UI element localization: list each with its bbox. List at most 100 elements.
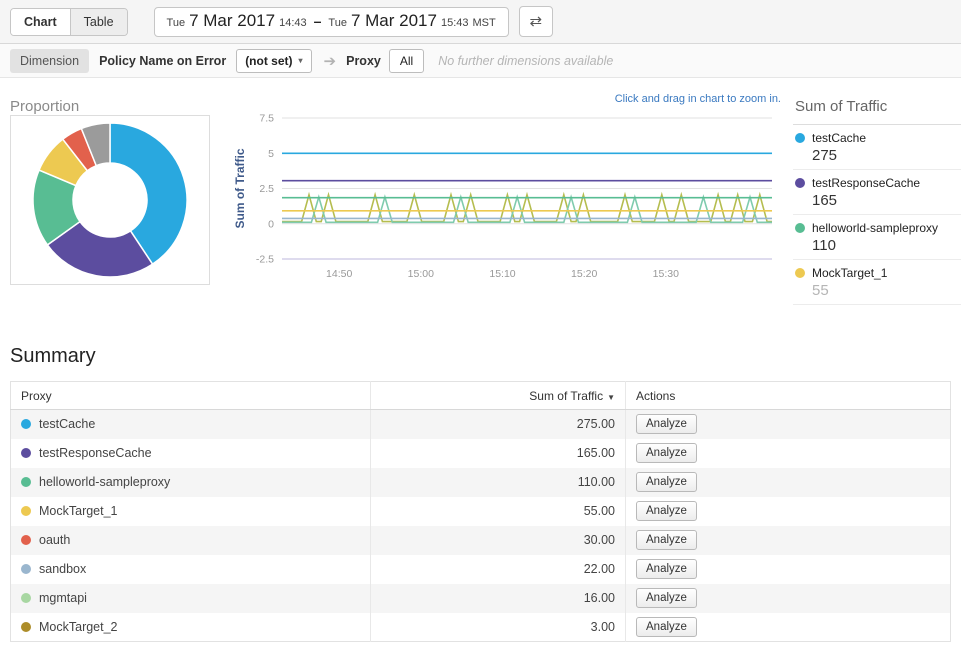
traffic-value-cell: 3.00 [371, 613, 626, 642]
traffic-value-cell: 30.00 [371, 526, 626, 555]
series-color-dot [21, 593, 31, 603]
series-color-dot [21, 622, 31, 632]
date-range-picker[interactable]: Tue 7 Mar 2017 14:43 – Tue 7 Mar 2017 15… [154, 7, 509, 37]
start-time: 14:43 [279, 17, 307, 29]
proxy-name-cell: sandbox [11, 555, 371, 584]
traffic-line-chart[interactable]: 7.552.50-2.514:5015:0015:1015:2015:30Sum… [232, 104, 792, 288]
analyze-button[interactable]: Analyze [636, 559, 697, 579]
dimension-value-dropdown[interactable]: (not set) ▾ [236, 49, 311, 73]
table-row: testResponseCache165.00 Analyze [11, 439, 951, 468]
series-color-dot [21, 535, 31, 545]
analyze-button[interactable]: Analyze [636, 617, 697, 637]
traffic-value-cell: 165.00 [371, 439, 626, 468]
traffic-value-cell: 22.00 [371, 555, 626, 584]
y-tick-label: 5 [268, 148, 274, 160]
series-color-dot [795, 223, 805, 233]
analyze-button[interactable]: Analyze [636, 530, 697, 550]
traffic-value-cell: 55.00 [371, 497, 626, 526]
legend-item-name: testResponseCache [795, 176, 961, 190]
actions-cell: Analyze [626, 555, 951, 584]
legend-item-name: testCache [795, 131, 961, 145]
y-tick-label: 0 [268, 218, 274, 230]
series-color-dot [21, 477, 31, 487]
summary-table-body: testCache275.00AnalyzetestResponseCache1… [11, 410, 951, 642]
series-color-dot [795, 133, 805, 143]
dimension-name: Policy Name on Error [99, 54, 226, 68]
legend-title: Sum of Traffic [793, 94, 961, 125]
proxy-name-cell: MockTarget_2 [11, 613, 371, 642]
proportion-donut-chart[interactable] [11, 116, 209, 284]
proxy-name-cell: testResponseCache [11, 439, 371, 468]
analyze-button[interactable]: Analyze [636, 443, 697, 463]
series-color-dot [21, 564, 31, 574]
chart-table-toggle: Chart Table [10, 8, 128, 36]
actions-cell: Analyze [626, 526, 951, 555]
legend-item-value: 55 [812, 282, 961, 299]
series-color-dot [795, 268, 805, 278]
table-row: oauth30.00 Analyze [11, 526, 951, 555]
y-tick-label: -2.5 [256, 254, 274, 266]
proportion-label: Proportion [10, 98, 79, 115]
legend-item-name: helloworld-sampleproxy [795, 221, 961, 235]
column-header-actions: Actions [626, 382, 951, 410]
series-color-dot [21, 448, 31, 458]
chart-region: Proportion Click and drag in chart to zo… [0, 78, 961, 332]
refresh-button[interactable]: ⇄ [519, 6, 553, 37]
actions-cell: Analyze [626, 497, 951, 526]
start-day: Tue [167, 17, 186, 29]
legend-item[interactable]: testResponseCache165 [793, 170, 961, 215]
proxy-name-cell: testCache [11, 410, 371, 439]
y-tick-label: 2.5 [259, 183, 274, 195]
summary-table: Proxy Sum of Traffic▼ Actions testCache2… [10, 381, 951, 642]
proxy-label: Proxy [346, 54, 381, 68]
timezone-label: MST [473, 17, 496, 29]
dimension-label: Dimension [10, 49, 89, 73]
tab-table[interactable]: Table [70, 9, 127, 35]
proxy-name-cell: MockTarget_1 [11, 497, 371, 526]
series-color-dot [21, 419, 31, 429]
traffic-value-cell: 16.00 [371, 584, 626, 613]
traffic-value-cell: 275.00 [371, 410, 626, 439]
legend-item-name: MockTarget_1 [795, 266, 961, 280]
proxy-name-cell: mgmtapi [11, 584, 371, 613]
table-row: mgmtapi16.00 Analyze [11, 584, 951, 613]
analyze-button[interactable]: Analyze [636, 501, 697, 521]
legend-item[interactable]: helloworld-sampleproxy110 [793, 215, 961, 260]
table-row: sandbox22.00 Analyze [11, 555, 951, 584]
chart-legend: Sum of Traffic testCache 275 testResponseC… [793, 94, 961, 305]
x-tick-label: 15:30 [653, 268, 679, 280]
start-date: 7 Mar 2017 [189, 11, 275, 31]
actions-cell: Analyze [626, 468, 951, 497]
table-row: MockTarget_155.00 Analyze [11, 497, 951, 526]
analyze-button[interactable]: Analyze [636, 588, 697, 608]
proxy-name-cell: helloworld-sampleproxy [11, 468, 371, 497]
actions-cell: Analyze [626, 439, 951, 468]
y-axis-label: Sum of Traffic [233, 148, 247, 228]
arrow-right-icon: ➔ [324, 52, 337, 70]
end-time: 15:43 [441, 17, 469, 29]
date-range-separator: – [314, 13, 322, 29]
dimension-note: No further dimensions available [438, 54, 613, 68]
legend-item[interactable]: MockTarget_1 55 [793, 260, 961, 305]
column-header-sum-of-traffic[interactable]: Sum of Traffic▼ [371, 382, 626, 410]
sort-desc-icon: ▼ [607, 393, 615, 402]
column-header-proxy[interactable]: Proxy [11, 382, 371, 410]
actions-cell: Analyze [626, 410, 951, 439]
end-date: 7 Mar 2017 [351, 11, 437, 31]
analyze-button[interactable]: Analyze [636, 414, 697, 434]
legend-item[interactable]: testCache 275 [793, 125, 961, 170]
end-day: Tue [328, 17, 347, 29]
legend-item-value: 275 [812, 147, 961, 164]
line-chart-wrap: 7.552.50-2.514:5015:0015:1015:2015:30Sum… [232, 104, 792, 288]
tab-chart[interactable]: Chart [11, 9, 70, 35]
proxy-filter-button[interactable]: All [389, 49, 424, 73]
analyze-button[interactable]: Analyze [636, 472, 697, 492]
table-row: MockTarget_23.00 Analyze [11, 613, 951, 642]
x-tick-label: 15:10 [489, 268, 515, 280]
refresh-icon: ⇄ [529, 13, 542, 30]
proxy-name-cell: oauth [11, 526, 371, 555]
actions-cell: Analyze [626, 613, 951, 642]
dimension-bar: Dimension Policy Name on Error (not set)… [0, 44, 961, 78]
proportion-donut-box [10, 115, 210, 285]
actions-cell: Analyze [626, 584, 951, 613]
